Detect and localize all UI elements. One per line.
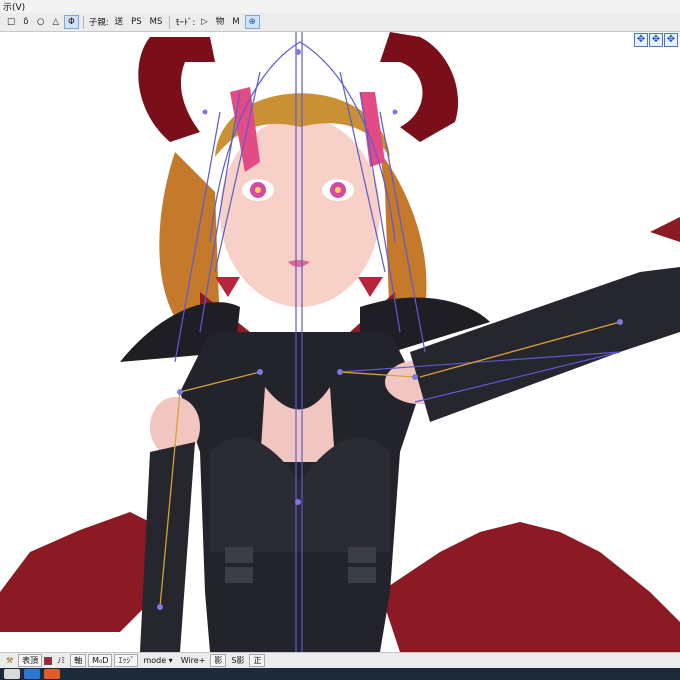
shadow-toggle[interactable]: 影 <box>210 654 227 667</box>
ps-button[interactable]: PS <box>128 15 145 29</box>
self-shadow-toggle[interactable]: S影 <box>228 654 247 667</box>
circle-tool-button[interactable]: ○ <box>34 15 47 29</box>
os-taskbar <box>0 668 680 680</box>
axis-toggle[interactable]: 軸 <box>70 654 87 667</box>
belt-left <box>225 547 253 563</box>
zoom-view-icon[interactable]: ✥ <box>664 33 678 47</box>
status-bar: ⚒ 表頂 ﾉﾐ 軸 M₀D ｴｯｼﾞ mode ▾ Wire+ 影 S影 正 <box>0 652 680 668</box>
kinematics-label: 子親: <box>88 18 109 28</box>
nomi-toggle[interactable]: ﾉﾐ <box>54 654 68 667</box>
view-navigation: ✥ ✥ ✥ <box>634 33 678 47</box>
color-swatch[interactable] <box>44 656 53 665</box>
phi-tool-button[interactable]: Φ <box>64 15 79 29</box>
toolbar-divider <box>82 15 84 29</box>
md-toggle[interactable]: M₀D <box>88 654 113 667</box>
mode-dropdown[interactable]: mode ▾ <box>140 654 175 667</box>
belt-left-2 <box>225 567 253 583</box>
model-render <box>0 32 680 652</box>
right-wing-top <box>650 217 680 242</box>
right-wing <box>380 522 680 652</box>
triangle-tool-button[interactable]: △ <box>49 15 62 29</box>
physics-button[interactable]: 物 <box>213 15 228 29</box>
ms-button[interactable]: MS <box>147 15 166 29</box>
delta-tool-button[interactable]: δ <box>20 15 32 29</box>
send-button[interactable]: 送 <box>112 15 127 29</box>
target-icon[interactable]: ⊕ <box>244 15 260 29</box>
app-icon[interactable] <box>44 669 60 679</box>
wrench-icon[interactable]: ⚒ <box>3 654 16 667</box>
right-earring <box>358 277 383 297</box>
rotate-view-icon[interactable]: ✥ <box>649 33 663 47</box>
belt-right <box>348 547 376 563</box>
move-view-icon[interactable]: ✥ <box>634 33 648 47</box>
mode-label: ﾓｰﾄﾞ: <box>175 18 196 28</box>
toolbar: □ δ ○ △ Φ 子親: 送 PS MS ﾓｰﾄﾞ: ▷ 物 M ⊕ <box>0 13 680 32</box>
right-horn <box>380 32 459 142</box>
browser-icon[interactable] <box>24 669 40 679</box>
left-horn <box>138 37 215 142</box>
menu-view[interactable]: 示(V) <box>3 0 25 13</box>
m-button[interactable]: M <box>229 15 242 29</box>
front-view-toggle[interactable]: 正 <box>249 654 266 667</box>
menu-bar: 示(V) <box>0 0 680 13</box>
right-arm <box>410 267 680 422</box>
toolbar-divider <box>169 15 171 29</box>
left-arm <box>140 442 195 652</box>
play-button[interactable]: ▷ <box>198 15 211 29</box>
display-vertex-toggle[interactable]: 表頂 <box>18 654 43 667</box>
square-tool-button[interactable]: □ <box>4 15 18 29</box>
belt-right-2 <box>348 567 376 583</box>
search-icon[interactable] <box>4 669 20 679</box>
3d-viewport[interactable]: ✥ ✥ ✥ <box>0 32 680 652</box>
wire-toggle[interactable]: Wire+ <box>178 654 209 667</box>
edge-toggle[interactable]: ｴｯｼﾞ <box>114 654 139 667</box>
left-earring <box>215 277 240 297</box>
